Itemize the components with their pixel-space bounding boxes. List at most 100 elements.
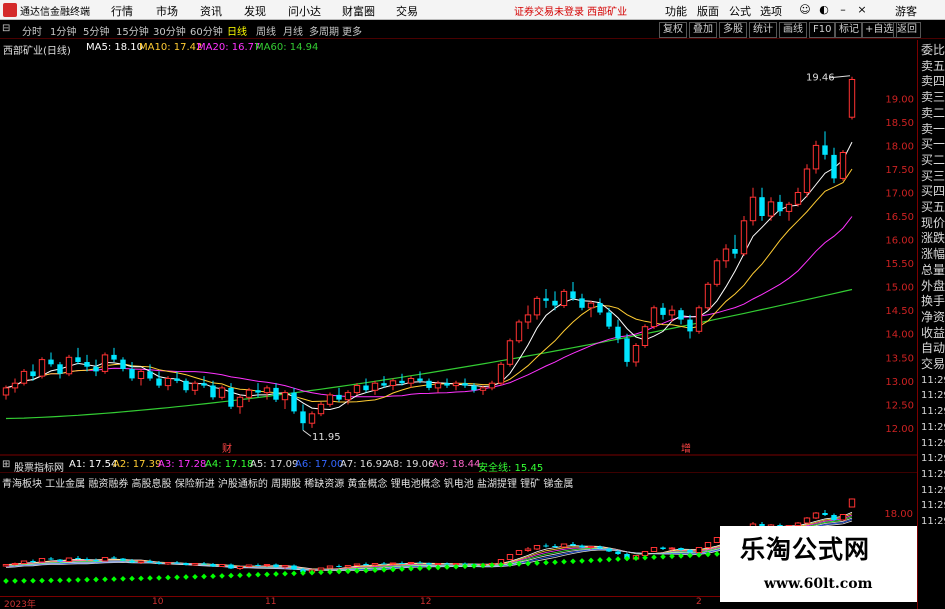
indicator-candle-body xyxy=(812,512,820,519)
menu-item-shichang[interactable]: 市场 xyxy=(156,3,178,19)
period-tab[interactable]: 多周期 xyxy=(309,23,339,38)
side-panel-label[interactable]: 买一 xyxy=(921,137,945,152)
period-tab[interactable]: 30分钟 xyxy=(153,23,186,38)
ma20-value: MA20: 16.77 xyxy=(197,42,261,53)
side-panel-label[interactable]: 自动 xyxy=(921,341,945,356)
period-tab[interactable]: 60分钟 xyxy=(190,23,223,38)
candle-body xyxy=(129,369,135,379)
side-panel-label[interactable]: 涨跌 xyxy=(921,231,945,246)
indicator-settings-icon[interactable]: ⊞ xyxy=(2,459,10,470)
side-panel-label[interactable]: 11:29 xyxy=(921,373,945,388)
side-panel-label[interactable]: 11:29 xyxy=(921,420,945,435)
login-notice[interactable]: 证券交易未登录 西部矿业 xyxy=(514,3,627,18)
indicator-candle-body xyxy=(848,498,856,508)
side-panel-label[interactable]: 换手 xyxy=(921,294,945,309)
toolbar-button[interactable]: 多股 xyxy=(719,22,747,38)
indicator-candle-body xyxy=(147,561,153,563)
safe-line-dot xyxy=(597,557,603,563)
menu-item-zixun[interactable]: 资讯 xyxy=(200,3,222,19)
side-panel-label[interactable]: 11:29 xyxy=(921,467,945,482)
side-panel-label[interactable]: 卖五 xyxy=(921,59,945,74)
side-panel-label[interactable]: 11:29 xyxy=(921,436,945,451)
candle-body xyxy=(462,383,468,386)
period-tab[interactable]: 周线 xyxy=(256,23,276,38)
candle-body xyxy=(777,201,783,212)
indicator-candle-body xyxy=(668,547,676,550)
candle-body xyxy=(101,354,109,372)
side-panel-label[interactable]: 11:29 xyxy=(921,483,945,498)
toolbar-button[interactable]: 标记 xyxy=(835,22,863,38)
indicator-candle-body xyxy=(678,548,684,550)
menu-item-wenxiaoda[interactable]: 问小达 xyxy=(288,3,321,19)
minimize-icon[interactable]: – xyxy=(835,2,851,18)
toolbar-button[interactable]: +自选 xyxy=(861,22,898,38)
toolbar-button[interactable]: 复权 xyxy=(659,22,687,38)
side-panel-label[interactable]: 交易 xyxy=(921,357,945,372)
safe-line-dot xyxy=(48,577,54,584)
candle-body xyxy=(111,354,117,360)
skin-icon[interactable]: ◐ xyxy=(816,2,832,18)
indicator-candle-body xyxy=(210,564,216,567)
side-panel-label[interactable]: 买五 xyxy=(921,200,945,215)
side-panel-label[interactable]: 收益 xyxy=(921,326,945,341)
side-panel-label[interactable]: 卖二 xyxy=(921,106,945,121)
period-tab[interactable]: 分时 xyxy=(22,23,42,38)
period-tab[interactable]: 更多 xyxy=(342,23,362,38)
menu-item-faxian[interactable]: 发现 xyxy=(244,3,266,19)
toolbar-button[interactable]: 返回 xyxy=(893,22,921,38)
menu-item-gongshi[interactable]: 公式 xyxy=(729,3,751,19)
side-panel-label[interactable]: 11:29 xyxy=(921,451,945,466)
side-panel-label[interactable]: 11:29 xyxy=(921,498,945,513)
toolbar-button[interactable]: F10 xyxy=(809,22,836,38)
collapse-icon[interactable]: ⊟ xyxy=(2,23,10,34)
candle-body xyxy=(336,394,342,400)
side-panel-label[interactable]: 委比 xyxy=(921,43,945,58)
kline-chart[interactable]: 19.00 18.50 18.00 17.50 17.00 16.50 16.00 15.50… xyxy=(0,42,917,456)
safe-line-dot xyxy=(75,577,81,583)
menu-item-gongneng[interactable]: 功能 xyxy=(665,3,687,19)
menu-item-banmian[interactable]: 版面 xyxy=(697,3,719,19)
side-panel-label[interactable]: 卖四 xyxy=(921,74,945,89)
period-tab[interactable]: 15分钟 xyxy=(116,23,149,38)
side-panel-label[interactable]: 总量 xyxy=(921,263,945,278)
period-tab[interactable]: 1分钟 xyxy=(50,23,76,38)
toolbar-button[interactable]: 叠加 xyxy=(689,22,717,38)
period-tab-active[interactable]: 日线 xyxy=(227,23,247,38)
side-panel-label[interactable]: 净资 xyxy=(921,310,945,325)
side-panel-label[interactable]: 买二 xyxy=(921,153,945,168)
menu-item-jiaoyi[interactable]: 交易 xyxy=(396,3,418,19)
menu-item-caifuquan[interactable]: 财富圈 xyxy=(342,3,375,19)
menu-bar: 通达信金融终端 行情 市场 资讯 发现 问小达 财富圈 交易 证券交易未登录 西… xyxy=(0,0,945,20)
menu-item-hangqing[interactable]: 行情 xyxy=(111,3,133,19)
side-panel-label[interactable]: 买四 xyxy=(921,184,945,199)
indicator-candle-body xyxy=(84,559,90,560)
candle-body xyxy=(255,390,261,393)
side-panel-label[interactable]: 涨幅 xyxy=(921,247,945,262)
indicator-candle-body xyxy=(93,560,99,561)
side-panel-label[interactable]: 买三 xyxy=(921,169,945,184)
menu-item-xuanxiang[interactable]: 选项 xyxy=(760,3,782,19)
indicator-candle-body xyxy=(120,558,126,561)
toolbar-button[interactable]: 画线 xyxy=(779,22,807,38)
guest-label[interactable]: 游客 xyxy=(895,3,917,19)
safe-line-dot xyxy=(228,572,234,579)
period-tab[interactable]: 月线 xyxy=(283,23,303,38)
candle-body xyxy=(245,389,253,398)
side-panel-label[interactable]: 现价 xyxy=(921,216,945,231)
period-tab[interactable]: 5分钟 xyxy=(83,23,109,38)
toolbar-button[interactable]: 统计 xyxy=(749,22,777,38)
candle-body xyxy=(848,79,856,118)
side-panel-label[interactable]: 11:29 xyxy=(921,404,945,419)
side-panel-label[interactable]: 11:29 xyxy=(921,388,945,403)
ma60-value: MA60: 14.94 xyxy=(255,42,319,53)
safe-line-dot xyxy=(651,554,657,561)
side-panel-label[interactable]: 卖三 xyxy=(921,90,945,105)
side-panel-label[interactable]: 外盘 xyxy=(921,279,945,294)
close-icon[interactable]: × xyxy=(854,2,870,18)
side-panel-label[interactable]: 卖一 xyxy=(921,122,945,137)
user-icon[interactable]: ☺ xyxy=(797,2,813,18)
candle-body xyxy=(57,364,63,374)
safe-line-dot xyxy=(606,556,612,563)
indicator-candle-body xyxy=(831,515,837,520)
side-panel-label[interactable]: 11:29 xyxy=(921,514,945,529)
